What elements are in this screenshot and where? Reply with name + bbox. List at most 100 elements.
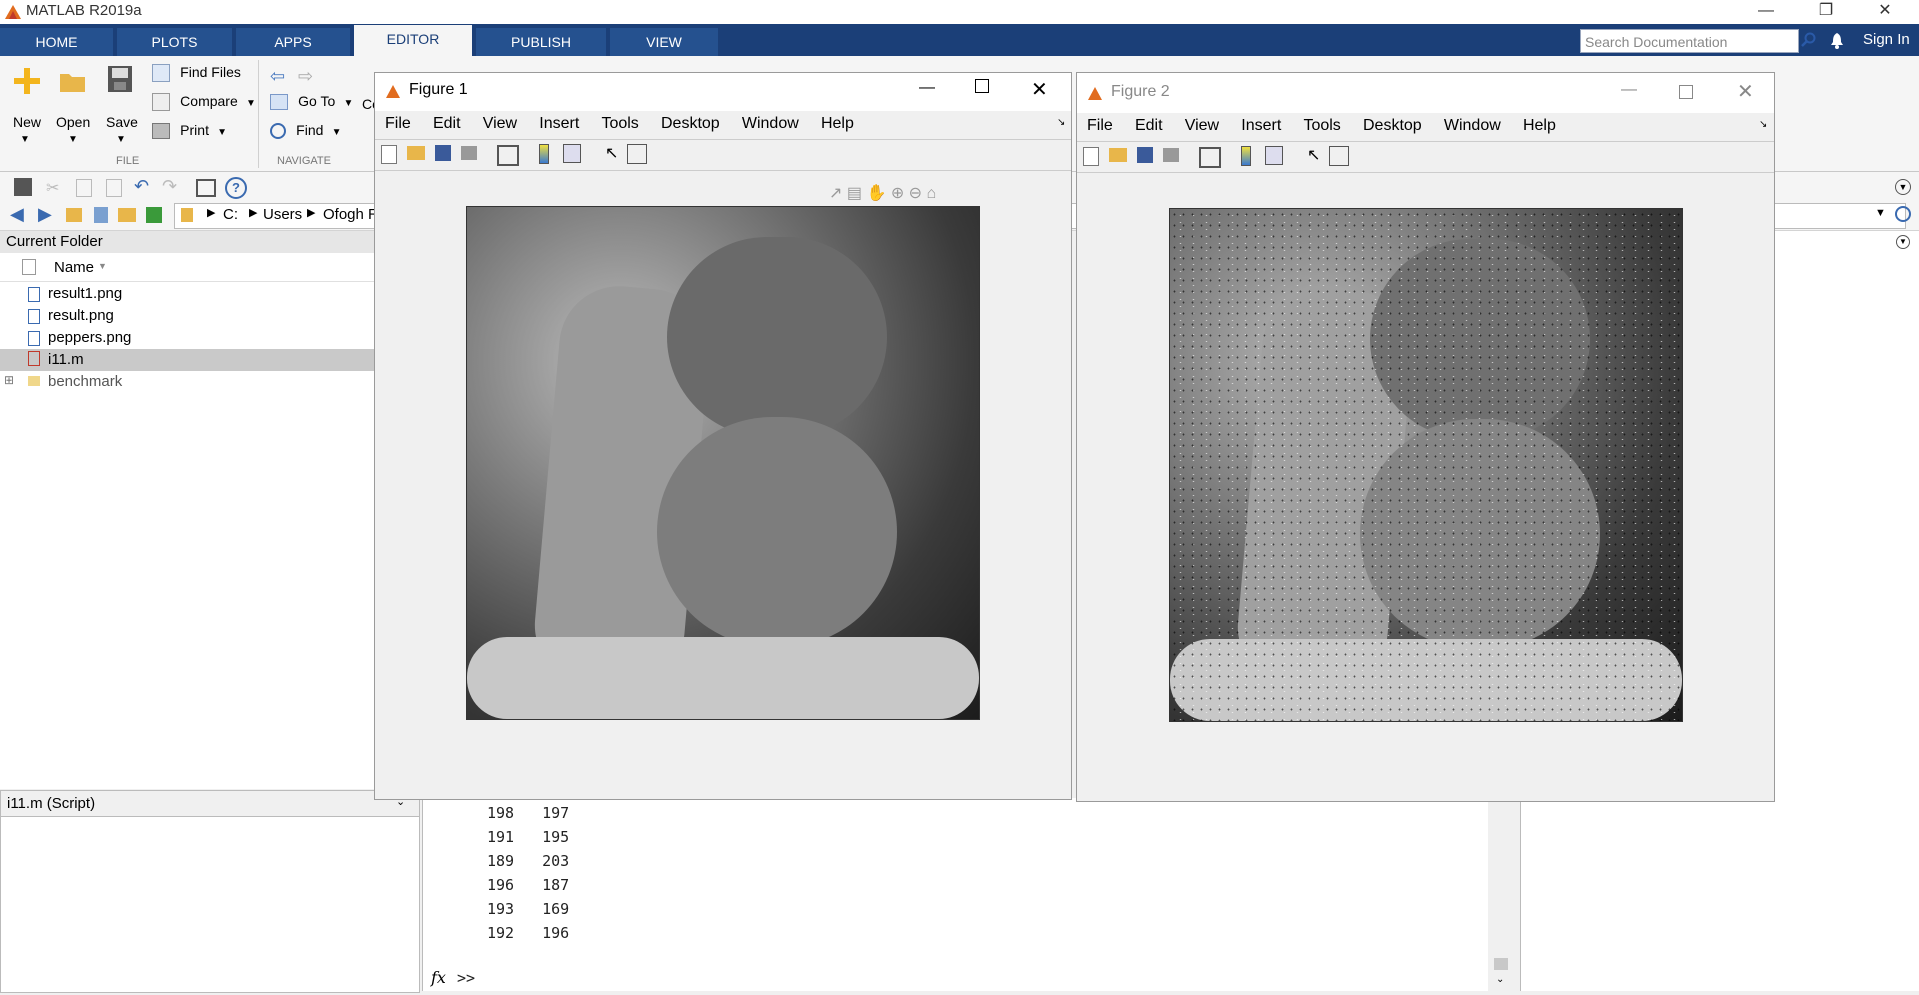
chevron-down-icon[interactable]: ▼ xyxy=(20,134,30,145)
zoom-out-icon[interactable]: ⊖ xyxy=(909,185,922,202)
link-plot-icon[interactable] xyxy=(497,145,519,166)
find-button[interactable]: Find ▼ xyxy=(270,122,341,140)
colorbar-icon[interactable] xyxy=(539,144,549,164)
zoom-in-icon[interactable]: ⊕ xyxy=(891,185,904,202)
new-figure-icon[interactable] xyxy=(1083,147,1099,166)
tab-publish[interactable]: PUBLISH xyxy=(476,28,606,56)
menu-insert[interactable]: Insert xyxy=(1241,117,1281,134)
chevron-down-icon[interactable]: ▼ xyxy=(1875,207,1886,219)
menu-desktop[interactable]: Desktop xyxy=(1363,117,1422,134)
data-tips-icon[interactable]: ▤ xyxy=(847,185,862,202)
colorbar-icon[interactable] xyxy=(1241,146,1251,166)
fx-icon[interactable]: fx xyxy=(431,968,446,987)
close-button[interactable]: ✕ xyxy=(1031,77,1048,102)
dock-arrow-icon[interactable]: ↘ xyxy=(1759,119,1767,130)
dock-arrow-icon[interactable]: ↘ xyxy=(1057,117,1065,128)
chevron-down-icon[interactable]: ▼ xyxy=(68,134,78,145)
switch-windows-icon[interactable] xyxy=(196,179,216,197)
tab-home[interactable]: HOME xyxy=(0,28,113,56)
menu-view[interactable]: View xyxy=(483,115,517,132)
open-button[interactable]: Open xyxy=(56,114,90,130)
menu-help[interactable]: Help xyxy=(1523,117,1556,134)
tab-apps[interactable]: APPS xyxy=(236,28,350,56)
file-row-selected[interactable]: i11.m xyxy=(0,349,374,371)
menu-view[interactable]: View xyxy=(1185,117,1219,134)
chevron-down-icon[interactable]: ▼ xyxy=(116,134,126,145)
search-icon[interactable] xyxy=(1895,206,1911,222)
open-file-icon[interactable] xyxy=(1109,148,1127,162)
property-editor-icon[interactable] xyxy=(1329,146,1349,166)
scrollbar-thumb[interactable] xyxy=(1494,958,1508,970)
menu-file[interactable]: File xyxy=(1087,117,1113,134)
maximize-button[interactable] xyxy=(975,79,989,93)
pan-icon[interactable]: ✋ xyxy=(866,185,886,202)
sign-in-link[interactable]: Sign In xyxy=(1863,31,1910,48)
search-icon[interactable] xyxy=(1801,32,1817,48)
menu-window[interactable]: Window xyxy=(1444,117,1501,134)
link-plot-icon[interactable] xyxy=(1199,147,1221,168)
find-files-button[interactable]: Find Files xyxy=(152,64,241,83)
search-documentation-input[interactable]: Search Documentation xyxy=(1580,29,1799,53)
scroll-down-icon[interactable]: ⌄ xyxy=(1496,974,1504,985)
expand-plus-icon[interactable]: ⊞ xyxy=(4,373,14,387)
toolstrip-options-icon[interactable]: ▼ xyxy=(1895,179,1911,195)
menu-tools[interactable]: Tools xyxy=(1303,117,1340,134)
menu-desktop[interactable]: Desktop xyxy=(661,115,720,132)
restore-button[interactable]: ❐ xyxy=(1803,0,1849,24)
menu-file[interactable]: File xyxy=(385,115,411,132)
legend-icon[interactable] xyxy=(563,144,581,163)
print-button[interactable]: Print ▼ xyxy=(152,122,227,140)
tab-view[interactable]: VIEW xyxy=(610,28,718,56)
menu-edit[interactable]: Edit xyxy=(1135,117,1163,134)
undo-icon[interactable]: ↶ xyxy=(134,176,149,197)
tab-plots[interactable]: PLOTS xyxy=(117,28,232,56)
go-to-button[interactable]: Go To ▼ xyxy=(270,93,353,111)
menu-insert[interactable]: Insert xyxy=(539,115,579,132)
browse-folder-icon[interactable] xyxy=(94,207,108,223)
menu-tools[interactable]: Tools xyxy=(601,115,638,132)
close-button[interactable]: ✕ xyxy=(1737,79,1754,104)
open-file-icon[interactable] xyxy=(407,146,425,160)
save-button[interactable]: Save xyxy=(106,114,138,130)
menu-help[interactable]: Help xyxy=(821,115,854,132)
close-button[interactable]: ✕ xyxy=(1862,0,1908,24)
back-arrow-icon[interactable]: ◀ xyxy=(10,204,24,225)
run-icon[interactable] xyxy=(146,207,162,223)
command-window[interactable]: 198 197 191 195 189 203 196 187 193 169 192 196 fx … xyxy=(422,798,1493,991)
paste-icon[interactable] xyxy=(106,179,122,197)
minimize-button[interactable]: — xyxy=(919,79,935,97)
notification-bell-icon[interactable] xyxy=(1829,32,1845,50)
copy-icon[interactable] xyxy=(76,179,92,197)
name-column-header[interactable]: Name xyxy=(54,259,94,276)
pointer-icon[interactable]: ↖ xyxy=(605,143,618,163)
maximize-button[interactable] xyxy=(1679,85,1693,99)
tab-editor[interactable]: EDITOR xyxy=(354,25,472,56)
compare-button[interactable]: Compare ▼ xyxy=(152,93,256,112)
save-figure-icon[interactable] xyxy=(1137,147,1153,163)
minimize-button[interactable]: — xyxy=(1743,0,1789,24)
cut-icon[interactable]: ✂ xyxy=(46,178,59,198)
print-figure-icon[interactable] xyxy=(461,146,477,160)
folder-sync-icon[interactable] xyxy=(118,208,136,222)
help-icon[interactable]: ? xyxy=(225,177,247,199)
property-editor-icon[interactable] xyxy=(627,144,647,164)
minimize-button[interactable]: — xyxy=(1621,81,1637,99)
print-figure-icon[interactable] xyxy=(1163,148,1179,162)
vertical-scrollbar[interactable]: ⌄ xyxy=(1492,798,1510,991)
export-icon[interactable]: ↗ xyxy=(829,185,842,202)
new-button[interactable]: New xyxy=(13,114,41,130)
up-folder-icon[interactable] xyxy=(66,208,82,222)
redo-icon[interactable]: ↷ xyxy=(162,176,177,197)
save-icon[interactable] xyxy=(14,178,32,196)
menu-window[interactable]: Window xyxy=(742,115,799,132)
menu-edit[interactable]: Edit xyxy=(433,115,461,132)
pointer-icon[interactable]: ↖ xyxy=(1307,145,1320,165)
back-arrow-icon[interactable]: ⇦ xyxy=(270,66,285,87)
new-figure-icon[interactable] xyxy=(381,145,397,164)
panel-options-icon[interactable]: ▼ xyxy=(1896,235,1910,249)
path-segment-users[interactable]: Users xyxy=(263,206,302,223)
path-segment-user[interactable]: Ofogh R xyxy=(323,206,379,223)
forward-arrow-icon[interactable]: ▶ xyxy=(38,204,52,225)
legend-icon[interactable] xyxy=(1265,146,1283,165)
home-icon[interactable]: ⌂ xyxy=(927,185,937,202)
